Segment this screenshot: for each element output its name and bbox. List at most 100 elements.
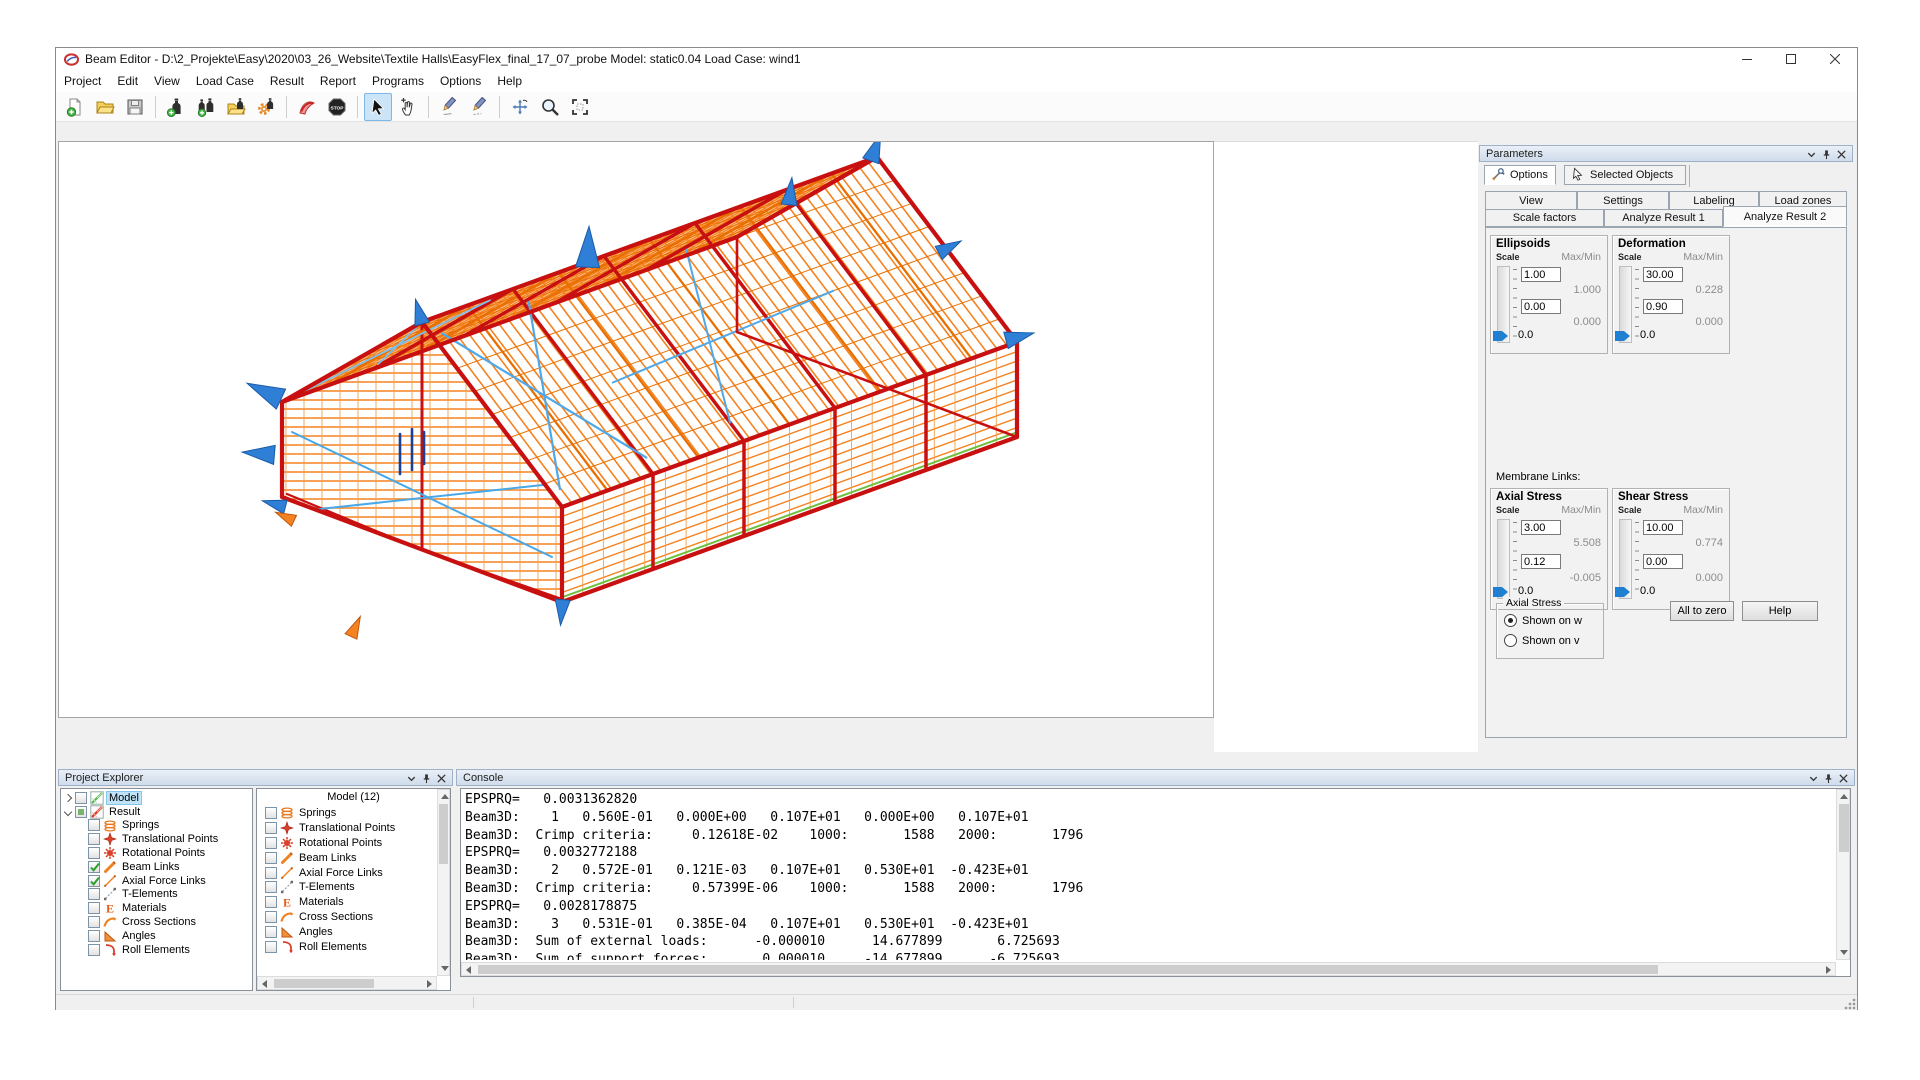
ellipsoids-max-input[interactable] (1521, 267, 1561, 282)
tree-item-materials[interactable]: EMaterials (61, 901, 252, 915)
checkbox-translational-points[interactable] (88, 833, 100, 845)
radio-shown-on-w[interactable]: Shown on w (1504, 614, 1582, 627)
scroll-down-icon[interactable] (441, 966, 449, 971)
close-icon[interactable] (434, 771, 449, 785)
checkbox-beam-links[interactable] (88, 861, 100, 873)
resize-grip[interactable] (1844, 998, 1856, 1010)
tree-expander-icon[interactable] (64, 807, 72, 815)
title-bar[interactable]: Beam Editor - D:\2_Projekte\Easy\2020\03… (56, 48, 1857, 71)
parameters-header[interactable]: Parameters (1479, 145, 1853, 162)
tab-scale-factors[interactable]: Scale factors (1485, 209, 1604, 227)
list-item-materials[interactable]: EMaterials (257, 895, 450, 910)
scroll-down-icon[interactable] (1840, 950, 1848, 955)
list-item-t-elements[interactable]: T-Elements (257, 880, 450, 895)
checkbox-rotational-points[interactable] (88, 847, 100, 859)
select-tool-button[interactable] (364, 93, 392, 121)
tab-options[interactable]: Options (1484, 165, 1556, 185)
checkbox-axial-force-links[interactable] (88, 875, 100, 887)
project-explorer-header[interactable]: Project Explorer (58, 769, 453, 786)
chevron-down-icon[interactable] (1804, 147, 1819, 161)
maximize-button[interactable] (1769, 48, 1813, 70)
scroll-up-icon[interactable] (441, 794, 449, 799)
help-button[interactable]: Help (1742, 601, 1818, 621)
menu-item-edit[interactable]: Edit (109, 71, 146, 91)
tree-item-result[interactable]: Result (61, 805, 252, 819)
checkbox-translational-points[interactable] (265, 822, 277, 834)
import-model-button[interactable] (222, 93, 250, 121)
checkbox-angles[interactable] (88, 930, 100, 942)
tree-item-t-elements[interactable]: T-Elements (61, 888, 252, 902)
list-item-rotational-points[interactable]: Rotational Points (257, 836, 450, 851)
model-list-vscrollbar[interactable] (437, 789, 450, 976)
console-vscrollbar[interactable] (1836, 789, 1850, 960)
move-view-button[interactable] (506, 93, 534, 121)
checkbox-roll-elements[interactable] (265, 941, 277, 953)
checkbox-angles[interactable] (265, 926, 277, 938)
chevron-down-icon[interactable] (404, 771, 419, 785)
scroll-right-icon[interactable] (427, 980, 432, 988)
checkbox-beam-links[interactable] (265, 852, 277, 864)
pan-tool-button[interactable] (394, 93, 422, 121)
tree-item-axial-force-links[interactable]: Axial Force Links (61, 874, 252, 888)
list-item-cross-sections[interactable]: Cross Sections (257, 910, 450, 925)
menu-item-report[interactable]: Report (312, 71, 364, 91)
tree-item-model[interactable]: Model (61, 791, 252, 805)
console-output[interactable]: EPSPRQ= 0.0031362820Beam3D: 1 0.560E-01 … (460, 788, 1851, 977)
shear-stress-max-input[interactable] (1643, 520, 1683, 535)
console-header[interactable]: Console (456, 769, 1855, 786)
stop-button[interactable]: STOP (323, 93, 351, 121)
tree-item-springs[interactable]: Springs (61, 819, 252, 833)
tree-item-cross-sections[interactable]: Cross Sections (61, 915, 252, 929)
zoom-view-button[interactable] (536, 93, 564, 121)
list-item-springs[interactable]: Springs (257, 806, 450, 821)
checkbox-rotational-points[interactable] (265, 837, 277, 849)
checkbox-springs[interactable] (265, 807, 277, 819)
minimize-button[interactable] (1725, 48, 1769, 70)
close-icon[interactable] (1836, 771, 1851, 785)
radio-shown-on-v[interactable]: Shown on v (1504, 634, 1579, 647)
new-model-group-button[interactable] (192, 93, 220, 121)
menu-item-project[interactable]: Project (56, 71, 109, 91)
tree-item-angles[interactable]: Angles (61, 929, 252, 943)
new-project-button[interactable] (61, 93, 89, 121)
scroll-left-icon[interactable] (262, 980, 267, 988)
draw-axial-link-button[interactable] (465, 93, 493, 121)
axial-stress-max-input[interactable] (1521, 520, 1561, 535)
tab-selected-objects[interactable]: Selected Objects (1564, 165, 1686, 185)
checkbox-axial-force-links[interactable] (265, 867, 277, 879)
checkbox-materials[interactable] (265, 896, 277, 908)
deformation-min-input[interactable] (1643, 299, 1683, 314)
scroll-up-icon[interactable] (1840, 794, 1848, 799)
checkbox-springs[interactable] (88, 819, 100, 831)
pin-icon[interactable] (1819, 147, 1834, 161)
tab-analyze-result-2[interactable]: Analyze Result 2 (1723, 206, 1847, 227)
menu-item-view[interactable]: View (146, 71, 188, 91)
deformation-max-input[interactable] (1643, 267, 1683, 282)
scroll-right-icon[interactable] (1826, 966, 1831, 974)
checkbox-result[interactable] (75, 806, 87, 818)
menu-item-load-case[interactable]: Load Case (188, 71, 262, 91)
open-project-button[interactable] (91, 93, 119, 121)
tree-item-translational-points[interactable]: Translational Points (61, 832, 252, 846)
scroll-left-icon[interactable] (466, 966, 471, 974)
close-icon[interactable] (1834, 147, 1849, 161)
ellipsoids-min-input[interactable] (1521, 299, 1561, 314)
tab-analyze-result-1[interactable]: Analyze Result 1 (1604, 209, 1723, 227)
menu-item-programs[interactable]: Programs (364, 71, 432, 91)
axial-stress-min-input[interactable] (1521, 554, 1561, 569)
save-project-button[interactable] (121, 93, 149, 121)
model-list-hscrollbar[interactable] (257, 976, 437, 990)
menu-item-help[interactable]: Help (489, 71, 530, 91)
pin-icon[interactable] (419, 771, 434, 785)
menu-item-options[interactable]: Options (432, 71, 489, 91)
list-item-beam-links[interactable]: Beam Links (257, 850, 450, 865)
list-item-translational-points[interactable]: Translational Points (257, 821, 450, 836)
checkbox-cross-sections[interactable] (265, 911, 277, 923)
list-item-axial-force-links[interactable]: Axial Force Links (257, 865, 450, 880)
checkbox-cross-sections[interactable] (88, 916, 100, 928)
chevron-down-icon[interactable] (1806, 771, 1821, 785)
list-item-angles[interactable]: Angles (257, 924, 450, 939)
new-model-button[interactable] (162, 93, 190, 121)
draw-beam-link-button[interactable] (435, 93, 463, 121)
checkbox-model[interactable] (75, 792, 87, 804)
